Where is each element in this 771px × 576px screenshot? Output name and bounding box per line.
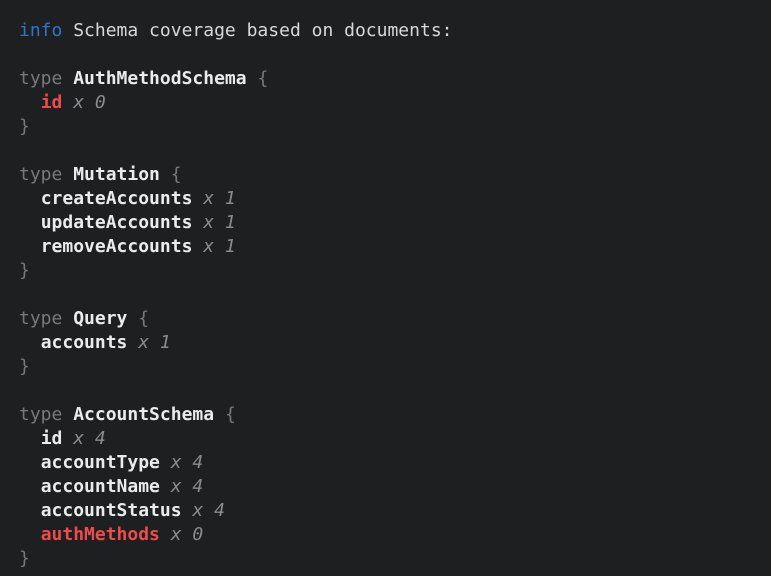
open-brace: { (171, 164, 182, 185)
type-name: AccountSchema (73, 404, 214, 425)
field-usage-count: x 0 (73, 92, 106, 113)
type-close-line: } (19, 355, 771, 379)
open-brace: { (138, 308, 149, 329)
type-name: AuthMethodSchema (73, 68, 246, 89)
field-usage-count: x 1 (138, 332, 171, 353)
field-name: id (41, 92, 63, 113)
type-name: Query (73, 308, 127, 329)
type-declaration-line: type AccountSchema { (19, 403, 771, 427)
type-close-line: } (19, 115, 771, 139)
field-usage-count: x 0 (171, 524, 204, 545)
field-coverage-line: accountStatus x 4 (19, 499, 771, 523)
close-brace: } (19, 548, 30, 569)
field-coverage-line: accountName x 4 (19, 475, 771, 499)
field-coverage-line: accountType x 4 (19, 451, 771, 475)
field-coverage-line: authMethods x 0 (19, 523, 771, 547)
type-declaration-line: type Query { (19, 307, 771, 331)
field-usage-count: x 4 (192, 500, 225, 521)
type-keyword: type (19, 164, 62, 185)
type-block: type AccountSchema { id x 4 accountType … (19, 403, 771, 571)
type-block: type Query { accounts x 1} (19, 307, 771, 379)
field-coverage-line: accounts x 1 (19, 331, 771, 355)
field-usage-count: x 4 (171, 476, 204, 497)
type-name: Mutation (73, 164, 160, 185)
field-name: id (41, 428, 63, 449)
field-name: createAccounts (41, 188, 193, 209)
field-usage-count: x 1 (203, 188, 236, 209)
space (62, 20, 73, 41)
type-keyword: type (19, 308, 62, 329)
log-header-message: Schema coverage based on documents: (73, 20, 452, 41)
type-keyword: type (19, 68, 62, 89)
type-close-line: } (19, 259, 771, 283)
field-name: authMethods (41, 524, 160, 545)
log-level-info-label: info (19, 20, 62, 41)
type-declaration-line: type AuthMethodSchema { (19, 67, 771, 91)
field-coverage-line: id x 4 (19, 427, 771, 451)
type-block: type Mutation { createAccounts x 1 updat… (19, 163, 771, 283)
field-coverage-line: removeAccounts x 1 (19, 235, 771, 259)
type-declaration-line: type Mutation { (19, 163, 771, 187)
field-usage-count: x 4 (73, 428, 106, 449)
field-name: accountName (41, 476, 160, 497)
close-brace: } (19, 260, 30, 281)
type-close-line: } (19, 547, 771, 571)
field-name: accounts (41, 332, 128, 353)
open-brace: { (257, 68, 268, 89)
field-usage-count: x 4 (171, 452, 204, 473)
field-usage-count: x 1 (203, 236, 236, 257)
field-coverage-line: updateAccounts x 1 (19, 211, 771, 235)
close-brace: } (19, 356, 30, 377)
field-coverage-line: createAccounts x 1 (19, 187, 771, 211)
open-brace: { (225, 404, 236, 425)
field-coverage-line: id x 0 (19, 91, 771, 115)
close-brace: } (19, 116, 30, 137)
log-header-line: info Schema coverage based on documents: (19, 19, 771, 43)
console-output: info Schema coverage based on documents:… (0, 0, 771, 576)
field-name: removeAccounts (41, 236, 193, 257)
field-name: accountStatus (41, 500, 182, 521)
field-usage-count: x 1 (203, 212, 236, 233)
type-block: type AuthMethodSchema { id x 0} (19, 67, 771, 139)
type-keyword: type (19, 404, 62, 425)
field-name: updateAccounts (41, 212, 193, 233)
schema-coverage-blocks: type AuthMethodSchema { id x 0}type Muta… (19, 67, 771, 571)
field-name: accountType (41, 452, 160, 473)
